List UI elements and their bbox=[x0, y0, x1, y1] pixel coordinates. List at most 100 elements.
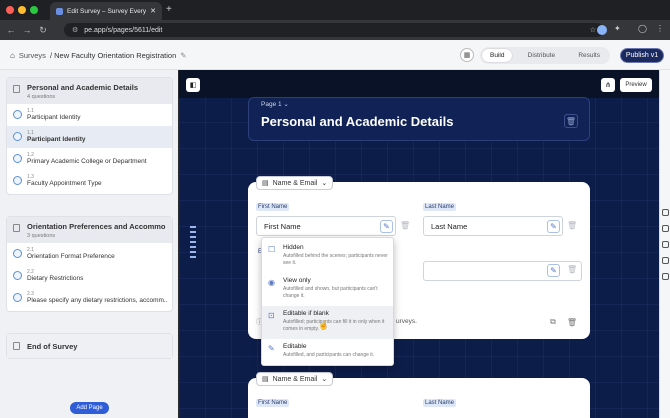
theme-tool-icon[interactable] bbox=[662, 225, 669, 232]
end-page-icon bbox=[13, 342, 20, 350]
page-title[interactable]: Personal and Academic Details bbox=[261, 114, 453, 129]
close-window-button[interactable] bbox=[6, 6, 14, 14]
question-type-icon bbox=[13, 293, 22, 302]
name-card-icon: ▤ bbox=[262, 180, 269, 187]
contacts-tool-icon[interactable] bbox=[662, 241, 669, 248]
name-card-icon: ▤ bbox=[262, 376, 269, 383]
new-tab-button[interactable]: + bbox=[166, 4, 172, 15]
question-type-icon bbox=[13, 249, 22, 258]
browser-tab[interactable]: Edit Survey – Survey Everywh ✕ bbox=[50, 2, 162, 20]
chevron-down-icon: ⌄ bbox=[283, 101, 289, 108]
history-icon[interactable]: ▦ bbox=[460, 48, 474, 62]
puzzle-icon[interactable]: ✦ bbox=[614, 24, 621, 33]
duplicate-question-icon[interactable]: ⧉ bbox=[545, 315, 561, 329]
last-name-field[interactable]: Last Name bbox=[423, 216, 563, 236]
chevron-down-icon: ⌄ bbox=[321, 180, 328, 187]
survey-favicon-icon bbox=[56, 7, 63, 15]
minimize-window-button[interactable] bbox=[18, 6, 26, 14]
reload-icon[interactable]: ↻ bbox=[35, 25, 51, 36]
option-title: Editable if blank bbox=[283, 310, 329, 317]
question-type-selector[interactable]: ▤ Name & Email ⌄ bbox=[256, 372, 334, 386]
sidebar-question[interactable]: 2.2 Dietary Restrictions bbox=[7, 265, 172, 287]
tab-distribute[interactable]: Distribute bbox=[520, 49, 563, 62]
extension-icon[interactable] bbox=[597, 25, 607, 35]
breadcrumb-root[interactable]: Surveys bbox=[19, 51, 46, 60]
section-count: 3 questions bbox=[27, 233, 56, 239]
option-title: View only bbox=[283, 277, 311, 284]
section-title: End of Survey bbox=[27, 342, 78, 351]
option-description: Autofilled; participants can fill it in … bbox=[283, 319, 385, 332]
section-title: Orientation Preferences and Accommo... bbox=[27, 222, 166, 231]
menu-option-editable[interactable]: ✎ Editable Autofilled, and participants … bbox=[262, 339, 393, 372]
delete-field-icon[interactable]: 🗑 bbox=[567, 221, 577, 230]
question-label: Faculty Appointment Type bbox=[27, 180, 102, 187]
question-type-icon bbox=[13, 132, 22, 141]
code-tool-icon[interactable] bbox=[662, 273, 669, 280]
bookmark-star-icon[interactable]: ☆ bbox=[590, 26, 596, 34]
style-tool-icon[interactable] bbox=[662, 209, 669, 216]
question-type-selector[interactable]: ▤ Name & Email ⌄ bbox=[256, 176, 334, 190]
sidebar-question-selected[interactable]: 1.1 Participant Identity bbox=[7, 126, 172, 148]
chevron-down-icon: ⌄ bbox=[321, 376, 328, 383]
address-bar[interactable]: ⚙ pe.app/s/pages/5611/edit ☆ bbox=[64, 23, 604, 37]
question-label: Primary Academic College or Department bbox=[27, 158, 147, 165]
field-visibility-menu: ☐ Hidden Autofilled behind the scenes; p… bbox=[261, 237, 394, 366]
edit-field-icon[interactable]: ✎ bbox=[547, 220, 560, 233]
close-tab-icon[interactable]: ✕ bbox=[150, 7, 156, 15]
delete-page-icon[interactable]: 🗑 bbox=[564, 114, 578, 128]
edit-title-icon[interactable]: ✎ bbox=[180, 51, 186, 60]
home-icon[interactable]: ⌂ bbox=[10, 51, 15, 60]
question-label: Participant Identity bbox=[27, 136, 86, 143]
browser-menu-icon[interactable]: ⋮ bbox=[656, 24, 664, 33]
preview-button[interactable]: Preview bbox=[620, 78, 652, 92]
sidebar-section-1[interactable]: Personal and Academic Details 4 question… bbox=[6, 77, 173, 195]
page-selector[interactable]: Page 1 ⌄ bbox=[261, 100, 289, 108]
page-icon bbox=[13, 85, 20, 93]
sidebar-question[interactable]: 1.1 Participant Identity bbox=[7, 104, 172, 126]
question-label: Orientation Format Preference bbox=[27, 253, 115, 260]
maximize-window-button[interactable] bbox=[30, 6, 38, 14]
back-icon[interactable]: ← bbox=[3, 25, 19, 35]
tab-title: Edit Survey – Survey Everywh bbox=[67, 7, 147, 15]
question-drag-handle[interactable] bbox=[190, 226, 197, 266]
site-info-icon[interactable]: ⚙ bbox=[72, 26, 78, 34]
delete-question-icon[interactable]: 🗑 bbox=[564, 315, 580, 329]
section-title: Personal and Academic Details bbox=[27, 83, 139, 92]
tab-results[interactable]: Results bbox=[570, 49, 608, 62]
menu-option-view-only[interactable]: ◉ View only Autofilled and shown, but pa… bbox=[262, 273, 393, 306]
question-type-icon bbox=[13, 154, 22, 163]
layout-toggle-icon[interactable]: ◧ bbox=[186, 78, 200, 92]
tab-build[interactable]: Build bbox=[482, 49, 513, 62]
page-label: Page 1 bbox=[261, 101, 282, 108]
pencil-icon: ✎ bbox=[268, 344, 275, 353]
first-name-label: First Name bbox=[256, 203, 290, 211]
forward-icon[interactable]: → bbox=[19, 25, 35, 35]
publish-button[interactable]: Publish v1 bbox=[620, 48, 664, 63]
sidebar-question[interactable]: 2.3 Please specify any dietary restricti… bbox=[7, 287, 172, 309]
last-name-label: Last Name bbox=[423, 399, 457, 407]
question-type-icon bbox=[13, 110, 22, 119]
logic-flow-icon[interactable]: ⋔ bbox=[601, 78, 615, 92]
url-text: pe.app/s/pages/5611/edit bbox=[84, 26, 163, 34]
delete-field-icon[interactable]: 🗑 bbox=[567, 265, 577, 274]
sidebar-question[interactable]: 2.1 Orientation Format Preference bbox=[7, 243, 172, 265]
edit-field-icon[interactable]: ✎ bbox=[547, 264, 560, 277]
edit-field-icon[interactable]: ✎ bbox=[380, 220, 393, 233]
explore-tool-icon[interactable] bbox=[662, 257, 669, 264]
last-name-label: Last Name bbox=[423, 203, 457, 211]
sidebar-question[interactable]: 1.3 Faculty Appointment Type bbox=[7, 170, 172, 192]
sidebar-section-2[interactable]: Orientation Preferences and Accommo... 3… bbox=[6, 216, 173, 312]
eye-icon: ◉ bbox=[268, 278, 275, 287]
question-label: Participant Identity bbox=[27, 114, 81, 121]
option-description: Autofilled behind the scenes; participan… bbox=[283, 253, 388, 266]
question-label: Please specify any dietary restrictions,… bbox=[27, 297, 168, 304]
sidebar-section-end[interactable]: End of Survey bbox=[6, 333, 173, 359]
menu-option-hidden[interactable]: ☐ Hidden Autofilled behind the scenes; p… bbox=[262, 240, 393, 273]
question-type-icon bbox=[13, 271, 22, 280]
breadcrumb-title: / New Faculty Orientation Registration bbox=[49, 51, 177, 60]
profile-icon[interactable]: ◯ bbox=[638, 24, 647, 33]
delete-field-icon[interactable]: 🗑 bbox=[400, 221, 410, 230]
sidebar-question[interactable]: 1.2 Primary Academic College or Departme… bbox=[7, 148, 172, 170]
add-page-button[interactable]: Add Page bbox=[70, 402, 109, 414]
first-name-field[interactable]: First Name bbox=[256, 216, 396, 236]
